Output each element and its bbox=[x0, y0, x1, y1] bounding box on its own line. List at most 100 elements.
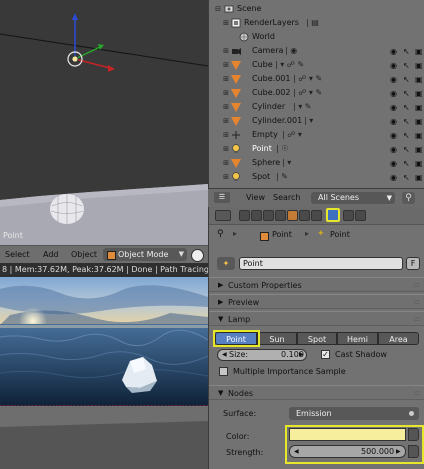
mode-select[interactable]: Object Mode ▼ bbox=[103, 248, 187, 261]
eye-icon[interactable]: ◉ bbox=[390, 117, 397, 126]
select-menu[interactable]: Select bbox=[5, 249, 30, 261]
cursor-icon[interactable]: ↖ bbox=[403, 47, 410, 56]
viewport-shading-icon[interactable] bbox=[191, 249, 204, 262]
panel-preview[interactable]: ▶ Preview :::: bbox=[209, 294, 424, 309]
camera-icon[interactable]: ▣ bbox=[415, 117, 423, 126]
texture-tab-icon[interactable] bbox=[343, 210, 354, 221]
particles-tab-icon[interactable] bbox=[355, 210, 366, 221]
tree-row-world[interactable]: World bbox=[209, 30, 424, 44]
cursor-icon[interactable]: ↖ bbox=[403, 131, 410, 140]
camera-icon[interactable]: ▣ bbox=[415, 145, 423, 154]
cast-shadow-checkbox[interactable]: ✓ bbox=[321, 350, 330, 359]
expand-icon[interactable]: ⊞ bbox=[222, 19, 230, 27]
panel-nodes[interactable]: ▼ Nodes :::: bbox=[209, 385, 424, 400]
3d-viewport[interactable]: Point bbox=[0, 0, 208, 245]
cursor-icon[interactable]: ↖ bbox=[403, 61, 410, 70]
display-mode-select[interactable]: All Scenes ▼ bbox=[311, 192, 395, 204]
camera-icon[interactable]: ▣ bbox=[415, 103, 423, 112]
object-tab-icon[interactable] bbox=[287, 210, 298, 221]
lamp-type-sun[interactable]: Sun bbox=[257, 332, 297, 345]
cursor-icon[interactable]: ↖ bbox=[403, 117, 410, 126]
lamp-type-point[interactable]: Point bbox=[215, 332, 257, 345]
panel-lamp[interactable]: ▼ Lamp :::: bbox=[209, 311, 424, 326]
strength-field[interactable]: ◀ 500.000 ▶ bbox=[289, 445, 406, 458]
cursor-icon[interactable]: ↖ bbox=[403, 159, 410, 168]
modifiers-tab-icon[interactable] bbox=[311, 210, 322, 221]
expand-icon[interactable]: ⊞ bbox=[222, 47, 230, 55]
drag-handle-icon[interactable]: :::: bbox=[414, 295, 421, 310]
strength-socket-button[interactable] bbox=[408, 445, 419, 458]
camera-icon[interactable]: ▣ bbox=[415, 173, 423, 182]
render-layers-tab-icon[interactable] bbox=[251, 210, 262, 221]
color-socket-button[interactable] bbox=[408, 428, 419, 441]
drag-handle-icon[interactable]: :::: bbox=[414, 278, 421, 293]
search-icon[interactable]: ⚲ bbox=[402, 192, 415, 204]
eye-icon[interactable]: ◉ bbox=[390, 47, 397, 56]
expand-icon[interactable]: ⊞ bbox=[222, 131, 230, 139]
camera-icon[interactable]: ▣ bbox=[415, 131, 423, 140]
drag-handle-icon[interactable]: :::: bbox=[414, 386, 421, 401]
expand-icon[interactable]: ⊞ bbox=[222, 75, 230, 83]
eye-icon[interactable]: ◉ bbox=[390, 61, 397, 70]
decrement-icon[interactable]: ◀ bbox=[294, 446, 299, 457]
properties-editor[interactable]: ⚲ ▸ Point ▸ ✦ Point ✦ Point F ▶ Custom P… bbox=[208, 207, 424, 469]
lamp-data-tab-icon[interactable] bbox=[326, 208, 340, 222]
surface-shader-select[interactable]: Emission bbox=[289, 407, 419, 420]
search-menu[interactable]: Search bbox=[273, 193, 300, 202]
add-menu[interactable]: Add bbox=[43, 249, 59, 261]
expand-icon[interactable]: ⊞ bbox=[222, 117, 230, 125]
tree-row-renderlayers[interactable]: ⊞ RenderLayers | ▤ bbox=[209, 16, 424, 30]
camera-icon[interactable]: ▣ bbox=[415, 47, 423, 56]
expand-icon[interactable]: ⊞ bbox=[222, 173, 230, 181]
expand-icon[interactable]: ⊞ bbox=[222, 61, 230, 69]
camera-icon[interactable]: ▣ bbox=[415, 61, 423, 70]
cursor-icon[interactable]: ↖ bbox=[403, 89, 410, 98]
eye-icon[interactable]: ◉ bbox=[390, 89, 397, 98]
eye-icon[interactable]: ◉ bbox=[390, 173, 397, 182]
render-tab-icon[interactable] bbox=[239, 210, 250, 221]
cursor-icon[interactable]: ↖ bbox=[403, 103, 410, 112]
fake-user-button[interactable]: F bbox=[406, 257, 420, 270]
pin-icon[interactable]: ⚲ bbox=[217, 229, 224, 239]
lamp-browse-icon[interactable]: ✦ bbox=[217, 257, 235, 270]
object-menu[interactable]: Object bbox=[71, 249, 97, 261]
collapse-icon[interactable]: ⊟ bbox=[214, 5, 222, 13]
camera-icon[interactable]: ▣ bbox=[415, 89, 423, 98]
increment-icon[interactable]: ▶ bbox=[299, 350, 304, 360]
expand-icon[interactable]: ⊞ bbox=[222, 103, 230, 111]
multiple-importance-checkbox[interactable] bbox=[219, 367, 228, 376]
outliner[interactable]: ⊟ Scene ⊞ RenderLayers | ▤ World ⊞ Camer… bbox=[208, 0, 424, 188]
cursor-icon[interactable]: ↖ bbox=[403, 173, 410, 182]
expand-icon[interactable]: ⊞ bbox=[222, 159, 230, 167]
constraints-tab-icon[interactable] bbox=[299, 210, 310, 221]
lamp-name-field[interactable]: Point bbox=[239, 257, 403, 270]
lamp-type-hemi[interactable]: Hemi bbox=[337, 332, 378, 345]
increment-icon[interactable]: ▶ bbox=[396, 446, 401, 457]
eye-icon[interactable]: ◉ bbox=[390, 103, 397, 112]
expand-icon[interactable]: ⊞ bbox=[222, 145, 230, 153]
editor-type-icon[interactable]: ☰ bbox=[214, 192, 230, 203]
eye-icon[interactable]: ◉ bbox=[390, 145, 397, 154]
expand-icon[interactable]: ⊞ bbox=[222, 89, 230, 97]
camera-icon[interactable]: ▣ bbox=[415, 75, 423, 84]
lamp-type-spot[interactable]: Spot bbox=[297, 332, 337, 345]
eye-icon[interactable]: ◉ bbox=[390, 159, 397, 168]
cursor-icon[interactable]: ↖ bbox=[403, 145, 410, 154]
eye-icon[interactable]: ◉ bbox=[390, 131, 397, 140]
size-field[interactable]: ◀ Size: 0.100 ▶ bbox=[217, 349, 307, 361]
tree-row-scene[interactable]: ⊟ Scene bbox=[209, 2, 424, 16]
eye-icon[interactable]: ◉ bbox=[390, 75, 397, 84]
decrement-icon[interactable]: ◀ bbox=[222, 350, 227, 360]
panel-custom-properties[interactable]: ▶ Custom Properties :::: bbox=[209, 277, 424, 292]
drag-handle-icon[interactable]: :::: bbox=[414, 312, 421, 327]
world-tab-icon[interactable] bbox=[275, 210, 286, 221]
camera-icon[interactable]: ▣ bbox=[415, 159, 423, 168]
scene-tab-icon[interactable] bbox=[263, 210, 274, 221]
cursor-icon[interactable]: ↖ bbox=[403, 75, 410, 84]
view-menu[interactable]: View bbox=[246, 193, 265, 202]
editor-type-icon[interactable] bbox=[215, 210, 231, 221]
color-swatch[interactable] bbox=[289, 428, 406, 441]
mesh-icon bbox=[231, 74, 241, 84]
cube-icon bbox=[107, 251, 116, 260]
lamp-type-area[interactable]: Area bbox=[378, 332, 419, 345]
